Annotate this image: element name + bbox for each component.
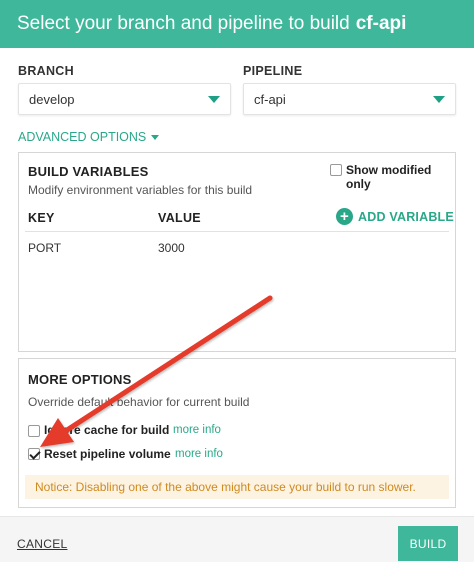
value-column-header: VALUE	[158, 211, 201, 225]
more-options-title: MORE OPTIONS	[28, 372, 132, 387]
chevron-down-icon	[433, 96, 445, 103]
advanced-options-toggle[interactable]: ADVANCED OPTIONS	[18, 130, 160, 144]
reset-volume-more-info-link[interactable]: more info	[175, 448, 223, 460]
ignore-cache-checkbox[interactable]	[28, 425, 40, 437]
ignore-cache-more-info-link[interactable]: more info	[173, 424, 221, 436]
show-modified-checkbox[interactable]	[330, 164, 342, 176]
table-divider	[25, 231, 449, 232]
branch-value: develop	[29, 91, 75, 107]
dialog-header: Select your branch and pipeline to build…	[0, 0, 474, 48]
notice-banner: Notice: Disabling one of the above might…	[25, 475, 449, 499]
add-variable-label: ADD VARIABLE	[358, 209, 454, 224]
caret-down-icon	[151, 134, 160, 140]
cancel-button[interactable]: CANCEL	[17, 537, 67, 551]
show-modified-label: Show modified only	[346, 163, 432, 191]
build-variables-panel: BUILD VARIABLES Modify environment varia…	[18, 152, 456, 352]
pipeline-select[interactable]: cf-api	[243, 83, 456, 115]
variable-key: PORT	[28, 241, 62, 255]
branch-select[interactable]: develop	[18, 83, 231, 115]
plus-circle-icon: +	[336, 208, 353, 225]
pipeline-value: cf-api	[254, 91, 286, 107]
build-button[interactable]: BUILD	[398, 526, 458, 561]
reset-volume-label: Reset pipeline volume	[44, 447, 171, 461]
advanced-options-label: ADVANCED OPTIONS	[18, 130, 147, 144]
reset-volume-checkbox[interactable]	[28, 448, 40, 460]
more-options-subtitle: Override default behavior for current bu…	[28, 395, 250, 409]
pipeline-label: PIPELINE	[243, 64, 303, 78]
build-variables-subtitle: Modify environment variables for this bu…	[28, 183, 253, 197]
ignore-cache-label: Ignore cache for build	[44, 423, 170, 437]
notice-text: Notice: Disabling one of the above might…	[35, 480, 416, 494]
dialog-title-name: cf-api	[355, 13, 407, 34]
add-variable-button[interactable]: + ADD VARIABLE	[336, 208, 454, 225]
dialog-title: Select your branch and pipeline to build	[17, 13, 350, 34]
key-column-header: KEY	[28, 211, 55, 225]
chevron-down-icon	[208, 96, 220, 103]
dialog-footer: CANCEL BUILD	[0, 516, 474, 562]
build-variables-title: BUILD VARIABLES	[28, 164, 149, 179]
branch-label: BRANCH	[18, 64, 74, 78]
variable-value[interactable]: 3000	[158, 241, 185, 255]
